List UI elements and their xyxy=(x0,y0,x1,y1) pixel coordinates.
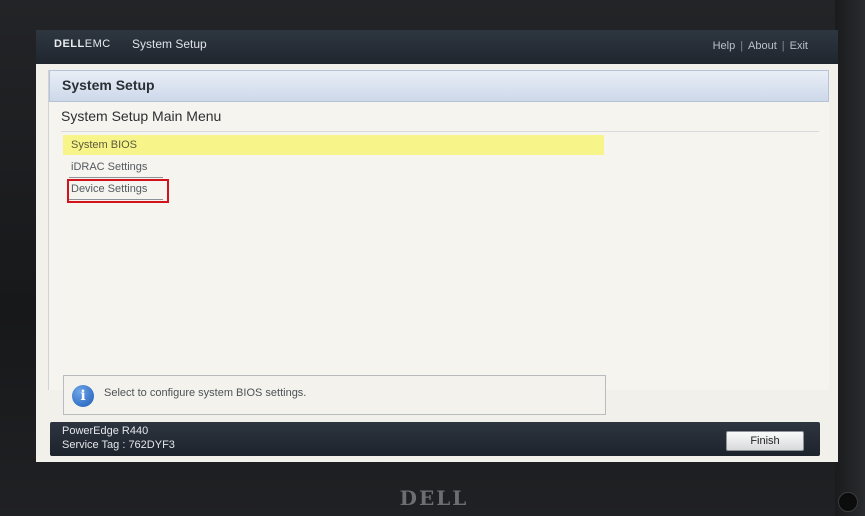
help-text: Select to configure system BIOS settings… xyxy=(104,387,307,399)
bios-screen: DELLEMC System Setup Help | About | Exit Sys… xyxy=(36,30,838,462)
menu-item-underline xyxy=(69,177,163,178)
monitor-dell-logo: DELL xyxy=(399,486,469,510)
system-model: PowerEdge R440 xyxy=(62,425,149,437)
top-links: Help | About | Exit xyxy=(713,40,808,52)
menu-item-label: System BIOS xyxy=(71,139,138,151)
link-separator: | xyxy=(740,40,744,52)
menu-item-label: iDRAC Settings xyxy=(71,161,148,173)
menu-divider xyxy=(61,131,819,132)
annotation-red-box xyxy=(67,179,169,203)
menu-item-system-bios[interactable]: System BIOS xyxy=(63,135,604,155)
page-header: System Setup xyxy=(49,70,829,102)
main-panel: System Setup System Setup Main Menu Syst… xyxy=(48,70,829,390)
footer-bar: PowerEdge R440 Service Tag : 762DYF3 Fin… xyxy=(50,422,820,456)
app-title: System Setup xyxy=(132,37,207,51)
service-tag: Service Tag : 762DYF3 xyxy=(62,439,175,451)
top-bar: DELLEMC System Setup Help | About | Exit xyxy=(36,30,838,64)
dell-emc-logo: DELLEMC xyxy=(54,38,111,50)
monitor-bezel-edge xyxy=(835,0,865,516)
help-link[interactable]: Help xyxy=(713,40,736,52)
brand-dell: DELL xyxy=(54,38,85,50)
exit-link[interactable]: Exit xyxy=(790,40,808,52)
info-icon: i xyxy=(72,385,94,407)
link-separator: | xyxy=(781,40,785,52)
help-text-box: i Select to configure system BIOS settin… xyxy=(63,375,606,415)
finish-button[interactable]: Finish xyxy=(726,431,804,451)
menu-title: System Setup Main Menu xyxy=(61,108,222,124)
about-link[interactable]: About xyxy=(748,40,777,52)
menu-item-idrac-settings[interactable]: iDRAC Settings xyxy=(63,157,173,178)
brand-emc: EMC xyxy=(84,38,111,50)
page-title: System Setup xyxy=(62,77,155,93)
power-button[interactable] xyxy=(838,492,858,512)
